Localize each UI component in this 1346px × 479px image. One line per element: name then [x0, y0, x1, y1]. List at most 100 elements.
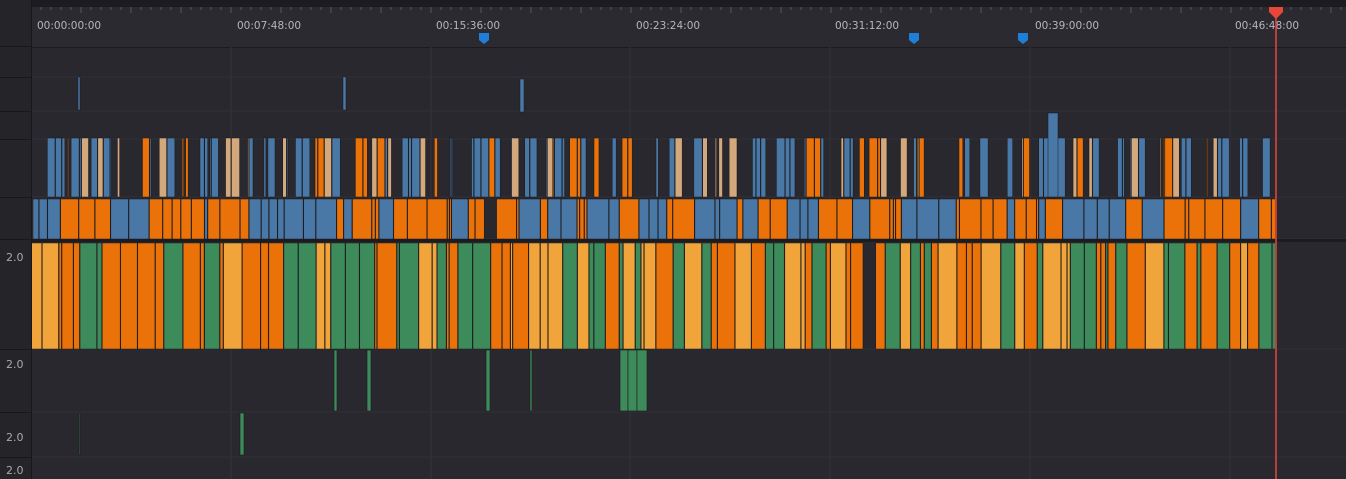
video-clip[interactable]: [496, 198, 517, 240]
audio-clip[interactable]: [1037, 242, 1043, 350]
video-clip[interactable]: [938, 198, 957, 240]
audio-clip[interactable]: [1163, 242, 1169, 350]
audio-clip[interactable]: [399, 242, 419, 350]
audio-clip[interactable]: [805, 242, 812, 350]
video-clip[interactable]: [1023, 137, 1030, 198]
video-clip[interactable]: [78, 198, 95, 240]
audio-clip[interactable]: [684, 242, 702, 350]
video-clip[interactable]: [286, 137, 289, 198]
audio-clip[interactable]: [711, 242, 718, 350]
audio-clip[interactable]: [800, 242, 806, 350]
video-clip[interactable]: [67, 137, 69, 198]
video-clip[interactable]: [545, 137, 548, 198]
video-clip[interactable]: [655, 137, 659, 198]
video-clip[interactable]: [1222, 198, 1241, 240]
video-clip[interactable]: [959, 198, 981, 240]
video-clip[interactable]: [852, 198, 870, 240]
audio-clip[interactable]: [826, 242, 831, 350]
audio-clip[interactable]: [540, 242, 548, 350]
video-clip[interactable]: [758, 198, 771, 240]
video-clip[interactable]: [1181, 137, 1186, 198]
audio-clip[interactable]: [96, 242, 102, 350]
video-clip[interactable]: [737, 198, 743, 240]
audio-clip[interactable]: [490, 242, 502, 350]
audio-clip[interactable]: [644, 242, 656, 350]
audio-clip[interactable]: [333, 349, 338, 412]
video-clip[interactable]: [475, 198, 485, 240]
video-clip[interactable]: [1206, 137, 1208, 198]
video-clip[interactable]: [385, 137, 388, 198]
video-clip[interactable]: [103, 137, 111, 198]
video-clip[interactable]: [314, 137, 318, 198]
video-clip[interactable]: [554, 137, 563, 198]
video-clip[interactable]: [785, 137, 790, 198]
audio-clip[interactable]: [242, 242, 261, 350]
audio-clip[interactable]: [1067, 242, 1071, 350]
video-clip[interactable]: [324, 137, 332, 198]
audio-clip[interactable]: [640, 242, 644, 350]
video-clip[interactable]: [336, 198, 344, 240]
video-clip[interactable]: [916, 137, 919, 198]
audio-clip[interactable]: [432, 242, 437, 350]
audio-clip[interactable]: [120, 242, 138, 350]
video-clip[interactable]: [240, 198, 249, 240]
video-clip[interactable]: [209, 137, 212, 198]
audio-clip[interactable]: [446, 242, 450, 350]
audio-clip[interactable]: [79, 242, 97, 350]
audio-clip[interactable]: [605, 242, 620, 350]
video-clip[interactable]: [956, 198, 960, 240]
video-clip[interactable]: [569, 137, 578, 198]
audio-clip[interactable]: [1061, 242, 1067, 350]
video-clip[interactable]: [342, 76, 347, 111]
video-clip[interactable]: [1122, 137, 1125, 198]
video-clip[interactable]: [185, 137, 189, 198]
video-clip[interactable]: [1204, 198, 1223, 240]
video-clip[interactable]: [420, 137, 426, 198]
video-clip[interactable]: [473, 137, 481, 198]
video-clip[interactable]: [850, 137, 854, 198]
video-clip[interactable]: [1045, 198, 1063, 240]
video-clip[interactable]: [693, 137, 703, 198]
video-clip[interactable]: [1131, 137, 1139, 198]
video-clip[interactable]: [401, 137, 409, 198]
video-clip[interactable]: [1262, 137, 1271, 198]
video-clip[interactable]: [1240, 198, 1259, 240]
audio-clip[interactable]: [784, 242, 801, 350]
video-clip[interactable]: [393, 198, 408, 240]
video-clip[interactable]: [1142, 198, 1164, 240]
video-clip[interactable]: [593, 137, 600, 198]
video-clip[interactable]: [110, 198, 129, 240]
video-clip[interactable]: [451, 198, 469, 240]
audio-clip[interactable]: [42, 242, 59, 350]
audio-clip[interactable]: [457, 242, 473, 350]
audio-clip[interactable]: [260, 242, 269, 350]
video-clip[interactable]: [714, 137, 717, 198]
audio-clip[interactable]: [981, 242, 1001, 350]
video-clip[interactable]: [649, 198, 658, 240]
video-clip[interactable]: [110, 137, 112, 198]
audio-clip[interactable]: [1070, 242, 1085, 350]
video-clip[interactable]: [211, 137, 219, 198]
video-clip[interactable]: [149, 137, 152, 198]
video-clip[interactable]: [1125, 198, 1143, 240]
video-clip[interactable]: [142, 137, 150, 198]
audio-clip[interactable]: [619, 349, 629, 412]
video-clip[interactable]: [79, 137, 82, 198]
audio-clip[interactable]: [972, 242, 982, 350]
video-clip[interactable]: [1129, 137, 1132, 198]
video-clip[interactable]: [302, 137, 311, 198]
video-clip[interactable]: [694, 198, 715, 240]
video-clip[interactable]: [893, 198, 896, 240]
video-clip[interactable]: [658, 198, 667, 240]
video-clip[interactable]: [204, 198, 208, 240]
audio-clip[interactable]: [1096, 242, 1101, 350]
video-clip[interactable]: [702, 137, 708, 198]
video-clip[interactable]: [1271, 198, 1276, 240]
audio-clip[interactable]: [830, 242, 846, 350]
audio-clip[interactable]: [1000, 242, 1015, 350]
audio-clip[interactable]: [812, 242, 827, 350]
video-clip[interactable]: [377, 137, 385, 198]
video-clip[interactable]: [980, 198, 994, 240]
audio-clip[interactable]: [418, 242, 433, 350]
video-clip[interactable]: [1097, 198, 1110, 240]
